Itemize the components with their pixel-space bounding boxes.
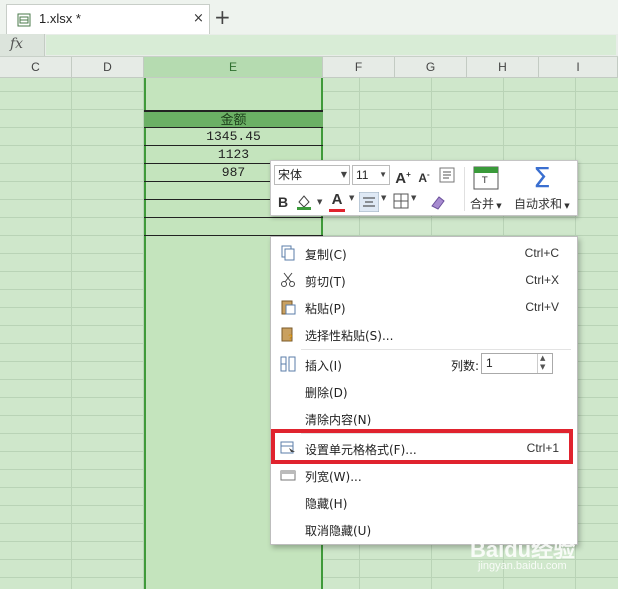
font-size-value: 11 <box>356 168 369 182</box>
chevron-down-icon[interactable]: ▼ <box>349 194 354 202</box>
chevron-down-icon[interactable]: ▼ <box>411 194 416 202</box>
increase-font-button[interactable]: A+ <box>393 164 413 187</box>
highlight-box <box>271 429 573 464</box>
autosum-sigma-icon[interactable]: Σ <box>533 161 551 194</box>
align-center-icon[interactable] <box>359 192 379 212</box>
font-color-button[interactable]: A <box>329 189 345 211</box>
column-header-e[interactable]: E <box>144 57 323 77</box>
menu-item-clear-contents[interactable]: 清除内容(N) <box>271 405 577 431</box>
tab-bar: 1.xlsx * × + <box>0 0 618 35</box>
fx-icon: fx <box>10 36 24 52</box>
column-header-h[interactable]: H <box>467 57 539 77</box>
font-color-icon: A <box>331 191 343 208</box>
menu-item-label: 剪切(T) <box>305 275 346 289</box>
merge-label[interactable]: 合并 ▼ <box>470 195 502 212</box>
fill-color-icon[interactable]: ▼ <box>295 193 325 211</box>
column-header-d[interactable]: D <box>72 57 144 77</box>
menu-item-cut[interactable]: 剪切(T) Ctrl+X <box>271 267 577 293</box>
menu-item-label: 隐藏(H) <box>305 497 348 511</box>
font-color-swatch <box>329 209 345 212</box>
column-header-f[interactable]: F <box>323 57 395 77</box>
stepper-up-icon[interactable]: ▲ <box>540 354 545 362</box>
merge-label-text: 合并 <box>470 197 495 211</box>
font-size-select[interactable]: 11 ▼ <box>352 165 390 185</box>
column-header-g[interactable]: G <box>395 57 467 77</box>
menu-item-label: 插入(I) <box>305 359 342 373</box>
column-count-value[interactable]: 1 <box>486 356 493 370</box>
svg-text:T: T <box>481 176 488 186</box>
table-cell[interactable]: 1345.45 <box>144 128 323 146</box>
formula-input[interactable] <box>46 35 616 55</box>
paste-special-icon: ? <box>281 327 293 342</box>
table-cell[interactable] <box>144 218 323 236</box>
menu-item-label: 取消隐藏(U) <box>305 524 372 538</box>
function-button[interactable]: fx <box>0 34 45 56</box>
border-icon[interactable] <box>393 193 409 209</box>
menu-item-paste[interactable]: 粘贴(P) Ctrl+V <box>271 294 577 320</box>
close-tab-icon[interactable]: × <box>193 11 204 26</box>
menu-item-label: 清除内容(N) <box>305 413 372 427</box>
column-width-icon <box>280 470 296 481</box>
menu-item-label: 选择性粘贴(S)... <box>305 329 394 343</box>
chevron-down-icon: ▼ <box>379 170 387 179</box>
stepper-arrows[interactable]: ▲ ▼ <box>537 354 552 373</box>
column-header-i[interactable]: I <box>539 57 618 77</box>
menu-item-label: 列宽(W)... <box>305 470 362 484</box>
autosum-label-text: 自动求和 <box>514 197 563 211</box>
menu-item-delete[interactable]: 删除(D) <box>271 378 577 404</box>
menu-item-insert[interactable]: 插入(I) 列数: 1 ▲ ▼ <box>271 351 577 377</box>
scissors-icon <box>281 272 295 287</box>
menu-item-label: 粘贴(P) <box>305 302 346 316</box>
shortcut-label: Ctrl+C <box>524 246 559 260</box>
bold-button[interactable]: B <box>275 191 291 213</box>
decrease-font-button[interactable]: A- <box>415 164 433 186</box>
shortcut-label: Ctrl+X <box>525 273 559 287</box>
mini-toolbar: 宋体 ▼ 11 ▼ A+ A- B ▼ A ▼ ▼ ▼ T 合并 ▼ Σ 自动求… <box>270 160 578 216</box>
toolbar-divider <box>464 167 465 211</box>
spreadsheet-file-icon <box>17 13 31 27</box>
file-tab[interactable]: 1.xlsx * × <box>6 4 210 34</box>
decrease-font-icon: A <box>418 171 427 185</box>
font-family-select[interactable]: 宋体 ▼ <box>274 165 350 185</box>
column-header-c[interactable]: C <box>0 57 72 77</box>
format-painter-box-icon[interactable] <box>439 167 455 183</box>
menu-item-column-width[interactable]: 列宽(W)... <box>271 462 577 488</box>
menu-item-copy[interactable]: 复制(C) Ctrl+C <box>271 240 577 266</box>
tab-title: 1.xlsx * <box>39 11 81 26</box>
copy-icon <box>281 245 295 261</box>
autosum-label[interactable]: 自动求和 ▼ <box>514 195 570 212</box>
chevron-down-icon[interactable]: ▼ <box>381 194 386 202</box>
menu-item-label: 复制(C) <box>305 248 347 262</box>
column-header-bar: C D E F G H I <box>0 57 618 78</box>
font-family-value: 宋体 <box>278 168 303 182</box>
svg-text:▼: ▼ <box>317 198 323 206</box>
column-count-label: 列数: <box>451 359 480 373</box>
svg-text:?: ? <box>288 334 293 342</box>
merge-cells-icon[interactable]: T <box>473 166 499 190</box>
new-tab-icon[interactable]: + <box>214 5 231 29</box>
watermark-url: jingyan.baidu.com <box>478 560 567 572</box>
stepper-down-icon[interactable]: ▼ <box>540 363 545 371</box>
menu-divider <box>301 349 571 350</box>
column-count-stepper[interactable]: 1 ▲ ▼ <box>481 353 553 374</box>
paste-icon <box>281 300 296 315</box>
increase-font-icon: A <box>395 170 407 187</box>
insert-column-icon <box>280 356 296 372</box>
menu-item-label: 删除(D) <box>305 386 348 400</box>
chevron-down-icon: ▼ <box>340 170 347 179</box>
amount-header-cell[interactable]: 金额 <box>144 110 323 128</box>
shortcut-label: Ctrl+V <box>525 300 559 314</box>
menu-item-paste-special[interactable]: ? 选择性粘贴(S)... <box>271 321 577 347</box>
menu-item-hide[interactable]: 隐藏(H) <box>271 489 577 515</box>
formula-bar: fx <box>0 34 618 57</box>
context-menu: 复制(C) Ctrl+C 剪切(T) Ctrl+X 粘贴(P) Ctrl+V ?… <box>270 236 578 545</box>
clear-format-eraser-icon[interactable] <box>429 193 447 211</box>
